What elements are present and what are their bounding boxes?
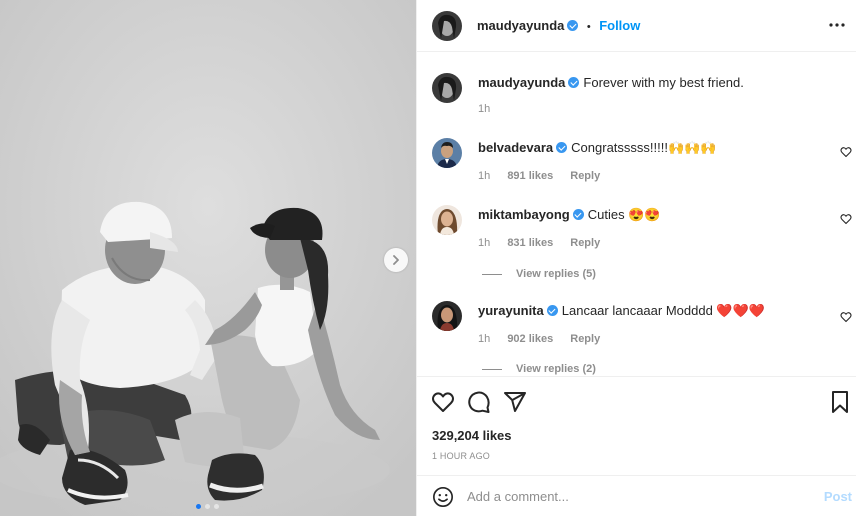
- reply-button[interactable]: Reply: [570, 333, 600, 345]
- author-avatar[interactable]: [432, 11, 462, 41]
- verified-badge-icon: [567, 20, 579, 31]
- comment-body: Lancaar lancaaar Modddd ❤️❤️❤️: [561, 303, 765, 318]
- commenter-avatar[interactable]: [432, 205, 462, 235]
- comment-like-heart-icon[interactable]: [840, 146, 852, 158]
- comment-username[interactable]: yurayunita: [478, 303, 544, 318]
- header-username[interactable]: maudyayunda: [477, 18, 564, 33]
- comment-item: miktambayong Cuties 😍😍 1h 831 likes Reply…: [417, 205, 856, 285]
- comment-body: Congratsssss!!!!!🙌🙌🙌: [571, 140, 717, 155]
- comment-meta: 1h 891 likes Reply: [478, 170, 614, 182]
- post-comment-button[interactable]: Post: [824, 489, 852, 504]
- avatar-image: [432, 73, 462, 103]
- comment-likes-count[interactable]: 831 likes: [507, 237, 553, 249]
- post-header: maudyayunda • Follow: [417, 0, 856, 52]
- comment-meta: 1h 831 likes Reply: [478, 237, 614, 249]
- caption-username[interactable]: maudyayunda: [478, 75, 565, 90]
- reply-button[interactable]: Reply: [570, 170, 600, 182]
- chevron-right-icon: [393, 255, 399, 265]
- avatar-image: [432, 138, 462, 168]
- more-options-button[interactable]: [828, 16, 846, 34]
- comment-text-line: miktambayong Cuties 😍😍: [478, 207, 661, 223]
- comment-text-line: yurayunita Lancaar lancaaar Modddd ❤️❤️❤️: [478, 303, 765, 319]
- more-dots-icon: [829, 23, 845, 27]
- caption-avatar[interactable]: [432, 73, 462, 103]
- carousel-next-button[interactable]: [384, 248, 408, 272]
- verified-badge-icon: [572, 209, 584, 220]
- bookmark-icon[interactable]: [828, 390, 852, 414]
- caption-body: Forever with my best friend.: [583, 75, 744, 90]
- add-comment-bar: Post: [417, 475, 856, 516]
- reply-button[interactable]: Reply: [570, 237, 600, 249]
- comment-text-line: belvadevara Congratsssss!!!!!🙌🙌🙌: [478, 140, 717, 156]
- avatar-image: [432, 205, 462, 235]
- post-side-panel: maudyayunda • Follow maudyayunda Forever…: [416, 0, 856, 516]
- comment-item: yurayunita Lancaar lancaaar Modddd ❤️❤️❤️…: [417, 301, 856, 376]
- comment-likes-count[interactable]: 902 likes: [507, 333, 553, 345]
- comment-like-heart-icon[interactable]: [840, 213, 852, 225]
- carousel-dot: [214, 504, 219, 509]
- caption-time[interactable]: 1h: [478, 103, 490, 115]
- comment-likes-count[interactable]: 891 likes: [507, 170, 553, 182]
- post-actions-section: 329,204 likes 1 HOUR AGO: [417, 376, 856, 475]
- view-replies-button[interactable]: View replies (2): [482, 363, 596, 375]
- comment-item: belvadevara Congratsssss!!!!!🙌🙌🙌 1h 891 l…: [417, 138, 856, 188]
- caption-text-line: maudyayunda Forever with my best friend.: [478, 75, 744, 90]
- post-photo[interactable]: [0, 0, 416, 516]
- header-separator: •: [586, 21, 591, 33]
- header-author-line: maudyayunda • Follow: [477, 17, 640, 35]
- comment-body: Cuties 😍😍: [587, 207, 661, 222]
- avatar-image: [432, 301, 462, 331]
- comment-bubble-icon[interactable]: [467, 390, 491, 414]
- comment-time[interactable]: 1h: [478, 237, 490, 249]
- comment-input[interactable]: [467, 487, 797, 505]
- comment-meta: 1h 902 likes Reply: [478, 333, 614, 345]
- paper-plane-icon[interactable]: [503, 390, 527, 414]
- verified-badge-icon: [568, 77, 580, 88]
- likes-count[interactable]: 329,204 likes: [432, 428, 512, 443]
- smiley-icon[interactable]: [432, 486, 454, 508]
- carousel-dot: [205, 504, 210, 509]
- commenter-avatar[interactable]: [432, 138, 462, 168]
- comment-like-heart-icon[interactable]: [840, 311, 852, 323]
- comments-list[interactable]: maudyayunda Forever with my best friend. …: [417, 53, 856, 376]
- commenter-avatar[interactable]: [432, 301, 462, 331]
- avatar-image: [432, 11, 462, 41]
- comment-username[interactable]: miktambayong: [478, 207, 570, 222]
- post-timestamp[interactable]: 1 HOUR AGO: [432, 451, 490, 461]
- carousel-dot: [196, 504, 201, 509]
- comment-time[interactable]: 1h: [478, 333, 490, 345]
- verified-badge-icon: [556, 142, 568, 153]
- caption-meta: 1h: [478, 103, 504, 115]
- comment-username[interactable]: belvadevara: [478, 140, 553, 155]
- heart-icon[interactable]: [431, 390, 455, 414]
- caption: maudyayunda Forever with my best friend. …: [417, 73, 856, 123]
- view-replies-button[interactable]: View replies (5): [482, 268, 596, 280]
- carousel-indicator: [196, 504, 219, 509]
- verified-badge-icon: [546, 305, 558, 316]
- photo-scene: [0, 0, 416, 516]
- follow-button[interactable]: Follow: [599, 18, 640, 33]
- comment-time[interactable]: 1h: [478, 170, 490, 182]
